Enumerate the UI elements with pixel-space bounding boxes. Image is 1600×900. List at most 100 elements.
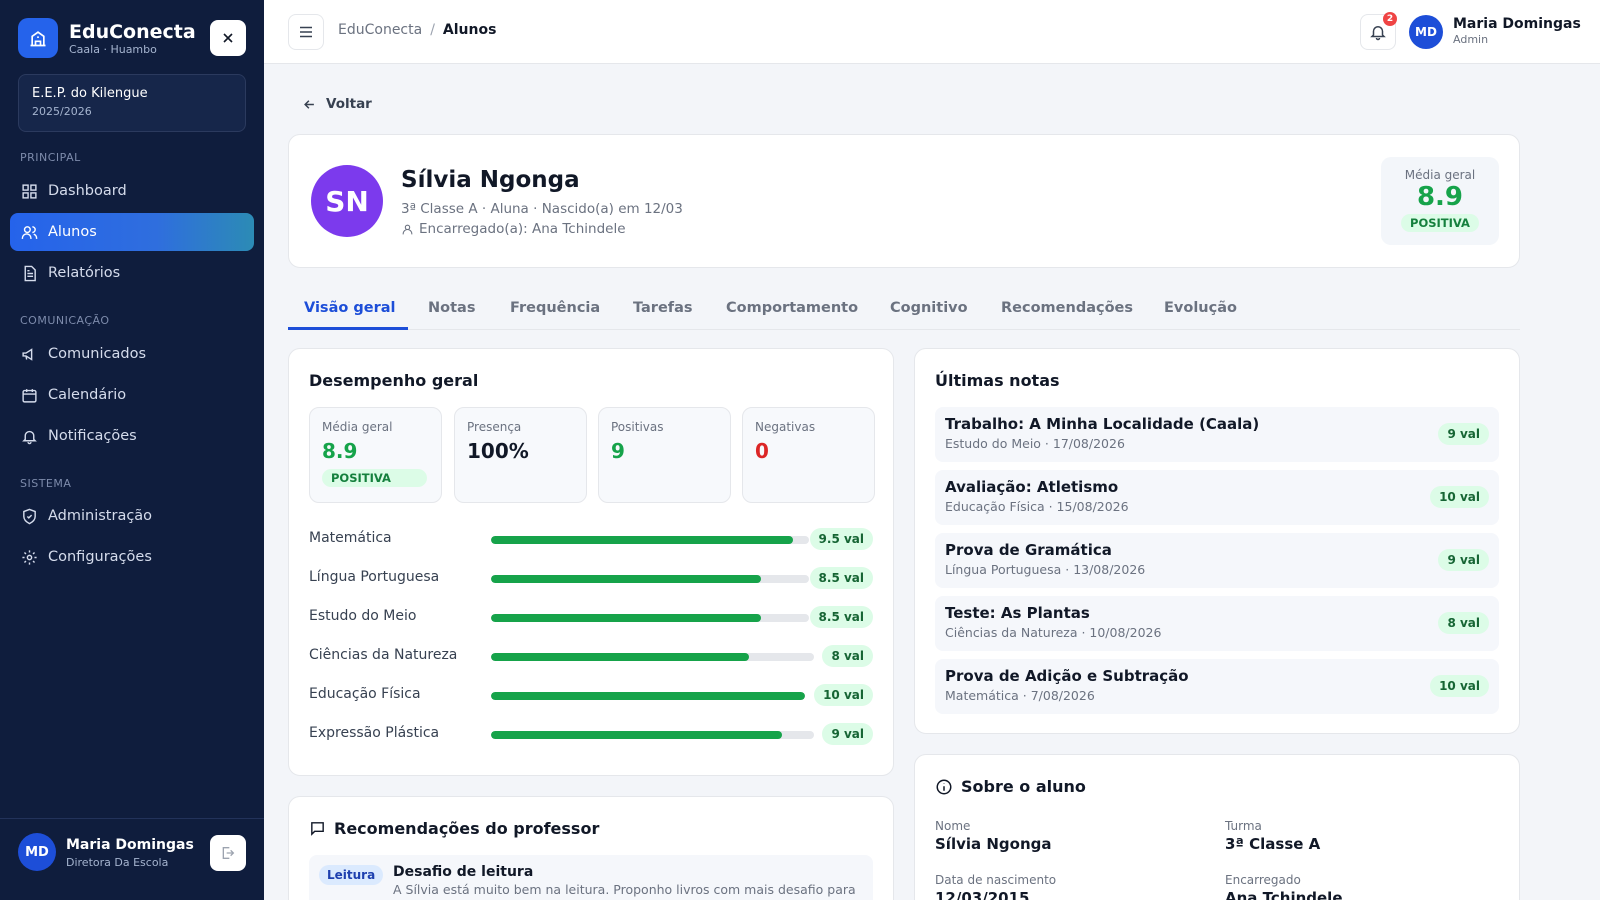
sidebar-item-administracao[interactable]: Administração <box>10 497 254 535</box>
list-item[interactable]: Trabalho: A Minha Localidade (Caala) Est… <box>935 407 1499 462</box>
back-button[interactable]: Voltar <box>302 96 372 112</box>
info-icon <box>936 779 952 794</box>
tabs: Visão geral Notas Frequência Tarefas Com… <box>288 290 1520 330</box>
user-role: Diretora Da Escola <box>66 856 169 869</box>
tab-cognitivo[interactable]: Cognitivo <box>890 300 968 316</box>
sidebar-item-label: Notificações <box>48 428 137 444</box>
grade-badge: 8 val <box>822 645 873 667</box>
recommendation-text: A Sílvia está muito bem na leitura. Prop… <box>393 882 856 897</box>
grade-badge: 9.5 val <box>809 528 873 550</box>
sidebar-item-label: Alunos <box>48 224 97 240</box>
gear-icon <box>20 548 38 566</box>
sidebar-item-calendario[interactable]: Calendário <box>10 376 254 414</box>
recommendations-card: Recomendações do professor Leitura Desaf… <box>288 796 894 900</box>
breadcrumb: EduConecta / Alunos <box>338 22 496 38</box>
tab-comportamento[interactable]: Comportamento <box>726 300 858 316</box>
card-title-text: Recomendações do professor <box>334 819 600 838</box>
tab-tarefas[interactable]: Tarefas <box>633 300 693 316</box>
overall-mean-box: Média geral 8.9 POSITIVA <box>1381 157 1499 245</box>
arrow-left-icon <box>304 99 314 109</box>
brand: EduConecta Caala · Huambo <box>18 18 196 58</box>
stat-label: Positivas <box>611 420 664 434</box>
nav-section-principal: PRINCIPAL <box>20 151 81 164</box>
calendar-icon <box>20 386 38 404</box>
sidebar-item-configuracoes[interactable]: Configurações <box>10 538 254 576</box>
user-icon <box>402 224 413 234</box>
user-role: Admin <box>1453 33 1489 46</box>
sidebar-item-alunos[interactable]: Alunos <box>10 213 254 251</box>
breadcrumb-root[interactable]: EduConecta <box>338 22 422 38</box>
stat-value: 0 <box>755 439 769 463</box>
field-value: Ana Tchindele <box>1225 889 1343 900</box>
sidebar-user: MD Maria Domingas Diretora Da Escola <box>0 818 264 900</box>
hamburger-icon <box>300 26 312 38</box>
megaphone-icon <box>20 345 38 363</box>
subject-row: Estudo do Meio 8.5 val <box>309 606 873 628</box>
sidebar-item-label: Calendário <box>48 387 127 403</box>
close-sidebar-button[interactable] <box>210 20 246 56</box>
performance-card: Desempenho geral Média geral 8.9 POSITIV… <box>288 348 894 776</box>
stat-value: 100% <box>467 439 529 463</box>
tab-visao-geral[interactable]: Visão geral <box>304 300 395 316</box>
field-label: Nome <box>935 819 971 833</box>
grade-bar <box>491 575 809 583</box>
grade-badge: 8.5 val <box>809 606 873 628</box>
nav-section-sistema: SISTEMA <box>20 477 72 490</box>
grade-meta: Matemática · 7/08/2026 <box>945 688 1095 703</box>
recommendation-item[interactable]: Leitura Desafio de leitura A Sílvia está… <box>309 855 873 900</box>
student-profile-card: SN Sílvia Ngonga 3ª Classe A · Aluna · N… <box>288 134 1520 268</box>
close-icon <box>223 33 233 43</box>
field-value: Sílvia Ngonga <box>935 835 1052 853</box>
grade-title: Prova de Adição e Subtração <box>945 667 1189 685</box>
grade-bar-fill <box>491 731 782 739</box>
grade-bar <box>491 692 805 700</box>
tab-recomendacoes[interactable]: Recomendações <box>1001 300 1133 316</box>
student-info: 3ª Classe A · Aluna · Nascido(a) em 12/0… <box>401 201 683 217</box>
list-item[interactable]: Prova de Adição e Subtração Matemática ·… <box>935 659 1499 714</box>
grade-bar <box>491 536 809 544</box>
subject-row: Educação Física 10 val <box>309 684 873 706</box>
logout-button[interactable] <box>210 835 246 871</box>
grade-meta: Ciências da Natureza · 10/08/2026 <box>945 625 1162 640</box>
school-year: 2025/2026 <box>32 105 92 118</box>
subject-name: Expressão Plástica <box>309 725 440 741</box>
tab-notas[interactable]: Notas <box>428 300 475 316</box>
message-icon <box>311 822 324 836</box>
bell-icon <box>1370 26 1386 41</box>
list-item[interactable]: Prova de Gramática Língua Portuguesa · 1… <box>935 533 1499 588</box>
menu-button[interactable] <box>288 14 324 50</box>
grade-bar-fill <box>491 653 750 661</box>
avatar[interactable]: MD <box>1409 15 1443 49</box>
grade-meta: Estudo do Meio · 17/08/2026 <box>945 436 1125 451</box>
bell-icon <box>20 427 38 445</box>
sidebar-item-relatorios[interactable]: Relatórios <box>10 254 254 292</box>
subject-name: Língua Portuguesa <box>309 569 440 585</box>
school-name: E.E.P. do Kilengue <box>32 86 148 101</box>
stat-label: Média geral <box>322 420 393 434</box>
subject-name: Matemática <box>309 530 392 546</box>
shield-icon <box>20 507 38 525</box>
sidebar-item-dashboard[interactable]: Dashboard <box>10 172 254 210</box>
card-title: Recomendações do professor <box>309 819 599 838</box>
grade-bar <box>491 653 814 661</box>
sidebar-item-label: Dashboard <box>48 183 127 199</box>
tab-frequencia[interactable]: Frequência <box>510 300 600 316</box>
sidebar-item-notificacoes[interactable]: Notificações <box>10 417 254 455</box>
subject-row: Ciências da Natureza 8 val <box>309 645 873 667</box>
student-name: Sílvia Ngonga <box>401 167 580 193</box>
school-selector[interactable]: E.E.P. do Kilengue 2025/2026 <box>18 74 246 132</box>
subject-row: Língua Portuguesa 8.5 val <box>309 567 873 589</box>
subject-name: Ciências da Natureza <box>309 647 458 663</box>
grade-bar-fill <box>491 536 794 544</box>
list-item[interactable]: Avaliação: Atletismo Educação Física · 1… <box>935 470 1499 525</box>
field-value: 3ª Classe A <box>1225 835 1321 853</box>
subject-name: Estudo do Meio <box>309 608 417 624</box>
sidebar-item-label: Relatórios <box>48 265 121 281</box>
stat-overall-mean: Média geral 8.9 POSITIVA <box>309 407 442 503</box>
grade-badge: 9 val <box>822 723 873 745</box>
sidebar-item-comunicados[interactable]: Comunicados <box>10 335 254 373</box>
breadcrumb-current: Alunos <box>442 22 497 38</box>
list-item[interactable]: Teste: As Plantas Ciências da Natureza ·… <box>935 596 1499 651</box>
card-title: Desempenho geral <box>309 371 479 390</box>
tab-evolucao[interactable]: Evolução <box>1164 300 1237 316</box>
